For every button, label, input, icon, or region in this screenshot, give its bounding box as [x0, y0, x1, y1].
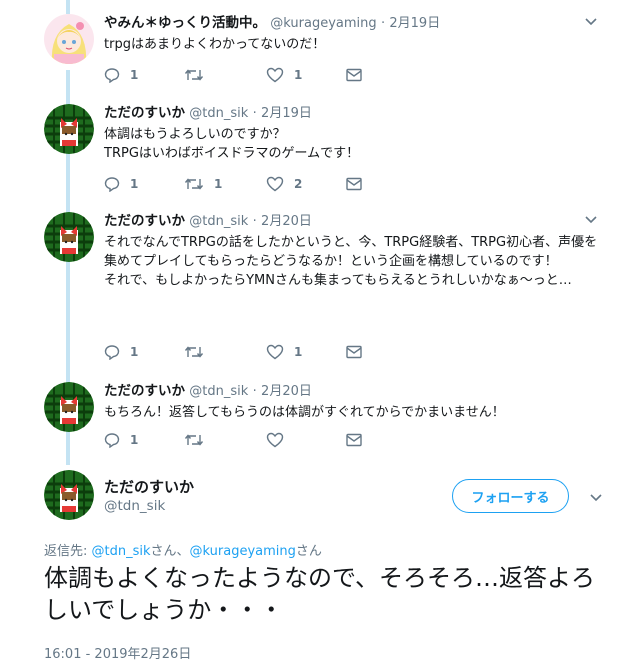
watermelon-avatar-icon: [44, 470, 94, 520]
retweet-icon: [184, 346, 204, 358]
main-tweet-text: 体調もよくなったようなので、そろそろ…返答よろしいでしょうか・・・: [44, 564, 596, 624]
anime-girl-avatar-icon: [44, 14, 94, 64]
mention-link[interactable]: @tdn_sik: [92, 544, 151, 559]
reply-icon: [104, 68, 120, 83]
separator-dot: ·: [252, 214, 257, 229]
tweet[interactable]: ただのすいか @tdn_sik · 2月20日 もちろん！返答してもらうのは体調…: [0, 382, 629, 462]
heart-icon: [266, 67, 284, 83]
dm-button[interactable]: [346, 342, 362, 362]
tweet[interactable]: ただのすいか @tdn_sik · 2月20日 それでなんでTRPGの話をしたか…: [0, 212, 629, 362]
retweet-button[interactable]: [184, 342, 214, 362]
reply-to-suffix: さん: [295, 544, 322, 559]
chevron-down-icon[interactable]: [583, 214, 599, 226]
chevron-down-icon[interactable]: [588, 492, 604, 504]
mention-link[interactable]: @kurageyaming: [190, 544, 296, 559]
retweet-button[interactable]: 1: [184, 174, 222, 194]
author-name[interactable]: ただのすいか: [104, 476, 194, 497]
tweet[interactable]: ただのすいか @tdn_sik · 2月19日 体調はもうよろしいのですか？ T…: [0, 104, 629, 204]
tweet-text: 体調はもうよろしいのですか？ TRPGはいわばボイスドラマのゲームです！: [104, 127, 360, 161]
reply-button[interactable]: 1: [104, 174, 138, 194]
tweet-text: もちろん！返答してもらうのは体調がすぐれてからでかまいません！: [104, 405, 505, 420]
dm-button[interactable]: [346, 430, 362, 450]
envelope-icon: [346, 433, 362, 447]
reply-button[interactable]: 1: [104, 430, 138, 450]
tweet-text: trpgはあまりよくわかってないのだ！: [104, 37, 326, 52]
retweet-icon: [184, 69, 204, 81]
handle[interactable]: @tdn_sik: [189, 384, 248, 399]
watermelon-avatar-icon: [44, 104, 94, 154]
like-count: 2: [294, 177, 303, 191]
watermelon-avatar-icon: [44, 382, 94, 432]
envelope-icon: [346, 68, 362, 82]
avatar[interactable]: [44, 14, 94, 64]
author-avatar[interactable]: [44, 470, 94, 520]
display-name[interactable]: ただのすいか: [104, 383, 185, 399]
chevron-down-icon[interactable]: [583, 16, 599, 28]
tweet-date[interactable]: 2月20日: [261, 384, 312, 399]
reply-count: 1: [130, 68, 139, 82]
handle[interactable]: @tdn_sik: [189, 106, 248, 121]
reply-count: 1: [130, 177, 139, 191]
reply-count: 1: [130, 345, 139, 359]
display-name[interactable]: ただのすいか: [104, 105, 185, 121]
avatar[interactable]: [44, 212, 94, 262]
like-button[interactable]: 1: [266, 65, 302, 85]
separator-dot: ·: [380, 16, 386, 31]
reply-to-separator: さん、: [150, 544, 190, 559]
like-button[interactable]: 2: [266, 174, 302, 194]
retweet-button[interactable]: [184, 65, 214, 85]
separator-dot: ·: [252, 384, 257, 399]
tweet-date[interactable]: 2月19日: [261, 106, 312, 121]
retweet-icon: [184, 434, 204, 446]
heart-icon: [266, 432, 284, 448]
follow-button[interactable]: フォローする: [452, 479, 569, 513]
reply-button[interactable]: 1: [104, 65, 138, 85]
reply-to-line: 返信先: @tdn_sikさん、@kurageyamingさん: [44, 540, 322, 559]
like-button[interactable]: [266, 430, 294, 450]
retweet-count: 1: [214, 177, 223, 191]
separator-dot: ·: [252, 106, 257, 121]
reply-button[interactable]: 1: [104, 342, 138, 362]
reply-icon: [104, 177, 120, 192]
retweet-icon: [184, 178, 204, 190]
handle[interactable]: @tdn_sik: [189, 214, 248, 229]
display-name[interactable]: やみん＊ゆっくり活動中。: [104, 15, 266, 31]
dm-button[interactable]: [346, 65, 362, 85]
heart-icon: [266, 176, 284, 192]
heart-icon: [266, 344, 284, 360]
thread-line-top: [66, 0, 70, 14]
like-button[interactable]: 1: [266, 342, 302, 362]
reply-count: 1: [130, 433, 139, 447]
display-name[interactable]: ただのすいか: [104, 213, 185, 229]
reply-icon: [104, 433, 120, 448]
tweet-text: それでなんでTRPGの話をしたかというと、今、TRPG経験者、TRPG初心者、声…: [104, 235, 598, 288]
tweet-date[interactable]: 2月20日: [261, 214, 312, 229]
dm-button[interactable]: [346, 174, 362, 194]
envelope-icon: [346, 345, 362, 359]
reply-to-prefix: 返信先:: [44, 544, 92, 559]
retweet-button[interactable]: [184, 430, 214, 450]
handle[interactable]: @kurageyaming: [270, 16, 376, 31]
envelope-icon: [346, 177, 362, 191]
tweet-timestamp[interactable]: 16:01 - 2019年2月26日: [44, 643, 191, 662]
avatar[interactable]: [44, 104, 94, 154]
avatar[interactable]: [44, 382, 94, 432]
author-handle[interactable]: @tdn_sik: [104, 498, 165, 514]
watermelon-avatar-icon: [44, 212, 94, 262]
like-count: 1: [294, 68, 303, 82]
reply-icon: [104, 345, 120, 360]
tweet-date[interactable]: 2月19日: [389, 16, 440, 31]
like-count: 1: [294, 345, 303, 359]
tweet[interactable]: やみん＊ゆっくり活動中。 @kurageyaming · 2月19日 trpgは…: [0, 14, 629, 98]
